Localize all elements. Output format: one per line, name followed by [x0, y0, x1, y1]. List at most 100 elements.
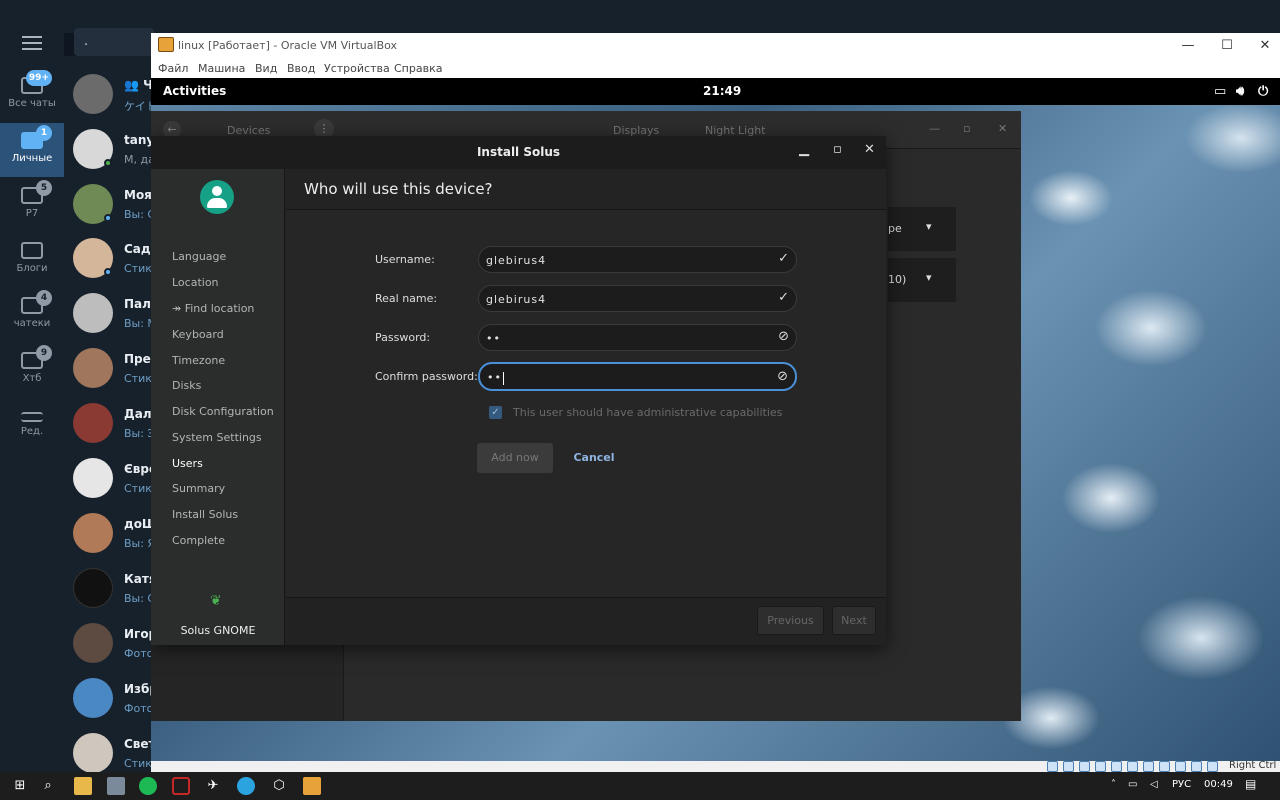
folder-badge: 1 — [36, 125, 52, 141]
next-button[interactable]: Next — [832, 606, 876, 635]
chat-name: Далг — [124, 407, 154, 421]
password-field[interactable]: •• ⊘ — [478, 324, 797, 351]
menu-view[interactable]: Вид — [255, 62, 277, 75]
menu-help[interactable]: Справка — [394, 62, 442, 75]
tray-chevron-icon[interactable]: ˄ — [1111, 779, 1116, 790]
folder-personal[interactable]: 1 Личные — [0, 123, 64, 177]
chat-item[interactable]: 👥 Ч ケイト — [64, 69, 154, 121]
search-input[interactable]: . — [74, 28, 154, 56]
chat-item[interactable]: Євро Стик — [64, 453, 154, 505]
close-icon[interactable]: ✕ — [1250, 36, 1280, 56]
windows-start-icon[interactable]: ⊞ — [11, 777, 29, 795]
menu-devices[interactable]: Устройства — [324, 62, 390, 75]
cpu-icon[interactable] — [1175, 761, 1186, 772]
realname-label: Real name: — [375, 292, 438, 305]
cube-icon[interactable]: ⬡ — [270, 777, 288, 795]
spotify-icon[interactable] — [139, 777, 157, 795]
search-icon[interactable]: ⌕ — [39, 777, 57, 795]
settings-dropdown[interactable]: pe ▾ — [888, 207, 956, 251]
shared-folders-icon[interactable] — [1127, 761, 1138, 772]
hdd-icon[interactable] — [1047, 761, 1058, 772]
chat-item[interactable]: Игор Фото — [64, 618, 154, 670]
admin-checkbox[interactable]: ✓ — [489, 406, 502, 419]
chat-item[interactable]: Пред Стик — [64, 343, 154, 395]
virtualbox-taskbar-icon[interactable] — [303, 777, 321, 795]
telegram-icon[interactable] — [237, 777, 255, 795]
minimize-icon[interactable]: ▁ — [799, 142, 809, 157]
hamburger-menu-icon[interactable] — [22, 36, 42, 54]
close-icon[interactable]: ✕ — [998, 122, 1007, 135]
maximize-icon[interactable]: ☐ — [1212, 36, 1242, 56]
usb-icon[interactable] — [1111, 761, 1122, 772]
volume-tray-icon[interactable]: ◁ — [1150, 779, 1158, 790]
realname-field[interactable]: glebirus4 ✓ — [478, 285, 797, 312]
mouse-integration-icon[interactable] — [1191, 761, 1202, 772]
notifications-icon[interactable]: ▤ — [1245, 777, 1256, 791]
add-now-button[interactable]: Add now — [477, 443, 553, 473]
checkmark-icon: ✓ — [778, 290, 789, 305]
folder-xtb[interactable]: 9 Хтб — [0, 343, 64, 397]
folder-all-chats[interactable]: 99+ Все чаты — [0, 68, 64, 122]
virtualbox-titlebar: linux [Работает] - Oracle VM VirtualBox … — [151, 33, 1280, 59]
taskbar-clock[interactable]: 00:49 — [1204, 779, 1233, 790]
chat-item[interactable]: Избр Фото — [64, 673, 154, 725]
menu-bar: Файл Машина Вид Ввод Устройства Справка — [151, 59, 1280, 78]
settings-dropdown[interactable]: 10) ▾ — [888, 258, 956, 302]
activities-button[interactable]: Activities — [163, 84, 226, 98]
avatar — [73, 293, 113, 333]
app-icon[interactable] — [107, 777, 125, 795]
volume-icon[interactable]: 🔊︎ — [1236, 84, 1244, 99]
chat-item[interactable]: Моя Вы: С — [64, 179, 154, 231]
chat-preview: Вы: С — [124, 208, 154, 221]
chat-item[interactable]: доШ Вы: Я — [64, 508, 154, 560]
folder-chateki[interactable]: 4 чатеки — [0, 288, 64, 342]
close-icon[interactable]: ✕ — [864, 142, 875, 157]
app-icon[interactable] — [172, 777, 190, 795]
step-users: Users — [172, 457, 203, 470]
installer-content: Who will use this device? Username: gleb… — [286, 169, 886, 645]
chat-name: tanya — [124, 133, 154, 147]
password-label: Password: — [375, 331, 431, 344]
folder-blogs[interactable]: Блоги — [0, 233, 64, 287]
network-tray-icon[interactable]: ▭ — [1128, 779, 1137, 790]
username-field[interactable]: glebirus4 ✓ — [478, 246, 797, 273]
power-icon[interactable]: ⏻ — [1258, 84, 1268, 99]
chat-bubble-icon: 99+ — [21, 70, 52, 94]
chat-item[interactable]: tanya M, да — [64, 124, 154, 176]
audio-icon[interactable] — [1079, 761, 1090, 772]
menu-file[interactable]: Файл — [158, 62, 188, 75]
network-icon[interactable] — [1095, 761, 1106, 772]
chat-item[interactable]: Пала Вы: М — [64, 288, 154, 340]
menu-input[interactable]: Ввод — [287, 62, 315, 75]
clock[interactable]: 21:49 — [703, 84, 741, 98]
avatar — [73, 74, 113, 114]
folder-r7[interactable]: 5 Р7 — [0, 178, 64, 232]
recording-icon[interactable] — [1159, 761, 1170, 772]
screen-icon[interactable]: ▭ — [1214, 84, 1226, 99]
language-indicator[interactable]: РУС — [1172, 779, 1191, 790]
step-location: Location — [172, 276, 219, 289]
cancel-button[interactable]: Cancel — [569, 443, 619, 473]
file-explorer-icon[interactable] — [74, 777, 92, 795]
airplane-icon[interactable]: ✈ — [204, 777, 222, 795]
confirm-password-value: •• — [487, 371, 502, 384]
folder-label: Хтб — [22, 373, 42, 384]
folder-edit[interactable]: Ред. — [0, 400, 64, 454]
confirm-password-label: Confirm password: — [375, 370, 478, 383]
chat-preview: Фото — [124, 702, 154, 715]
avatar — [73, 733, 113, 773]
menu-machine[interactable]: Машина — [198, 62, 245, 75]
display-icon[interactable] — [1143, 761, 1154, 772]
maximize-icon[interactable]: ▫ — [833, 142, 842, 157]
keyboard-icon[interactable] — [1207, 761, 1218, 772]
optical-drive-icon[interactable] — [1063, 761, 1074, 772]
minimize-icon[interactable]: — — [1173, 36, 1203, 56]
minimize-icon[interactable]: — — [929, 122, 940, 135]
chat-item[interactable]: Катя Вы: С — [64, 563, 154, 615]
maximize-icon[interactable]: ▫ — [963, 122, 970, 135]
confirm-password-field[interactable]: •• ⊘ — [478, 362, 797, 391]
previous-button[interactable]: Previous — [757, 606, 824, 635]
chat-item[interactable]: Сади Стик — [64, 233, 154, 285]
chat-item[interactable]: Далг Вы: Э — [64, 398, 154, 450]
chat-preview: Фото — [124, 647, 154, 660]
